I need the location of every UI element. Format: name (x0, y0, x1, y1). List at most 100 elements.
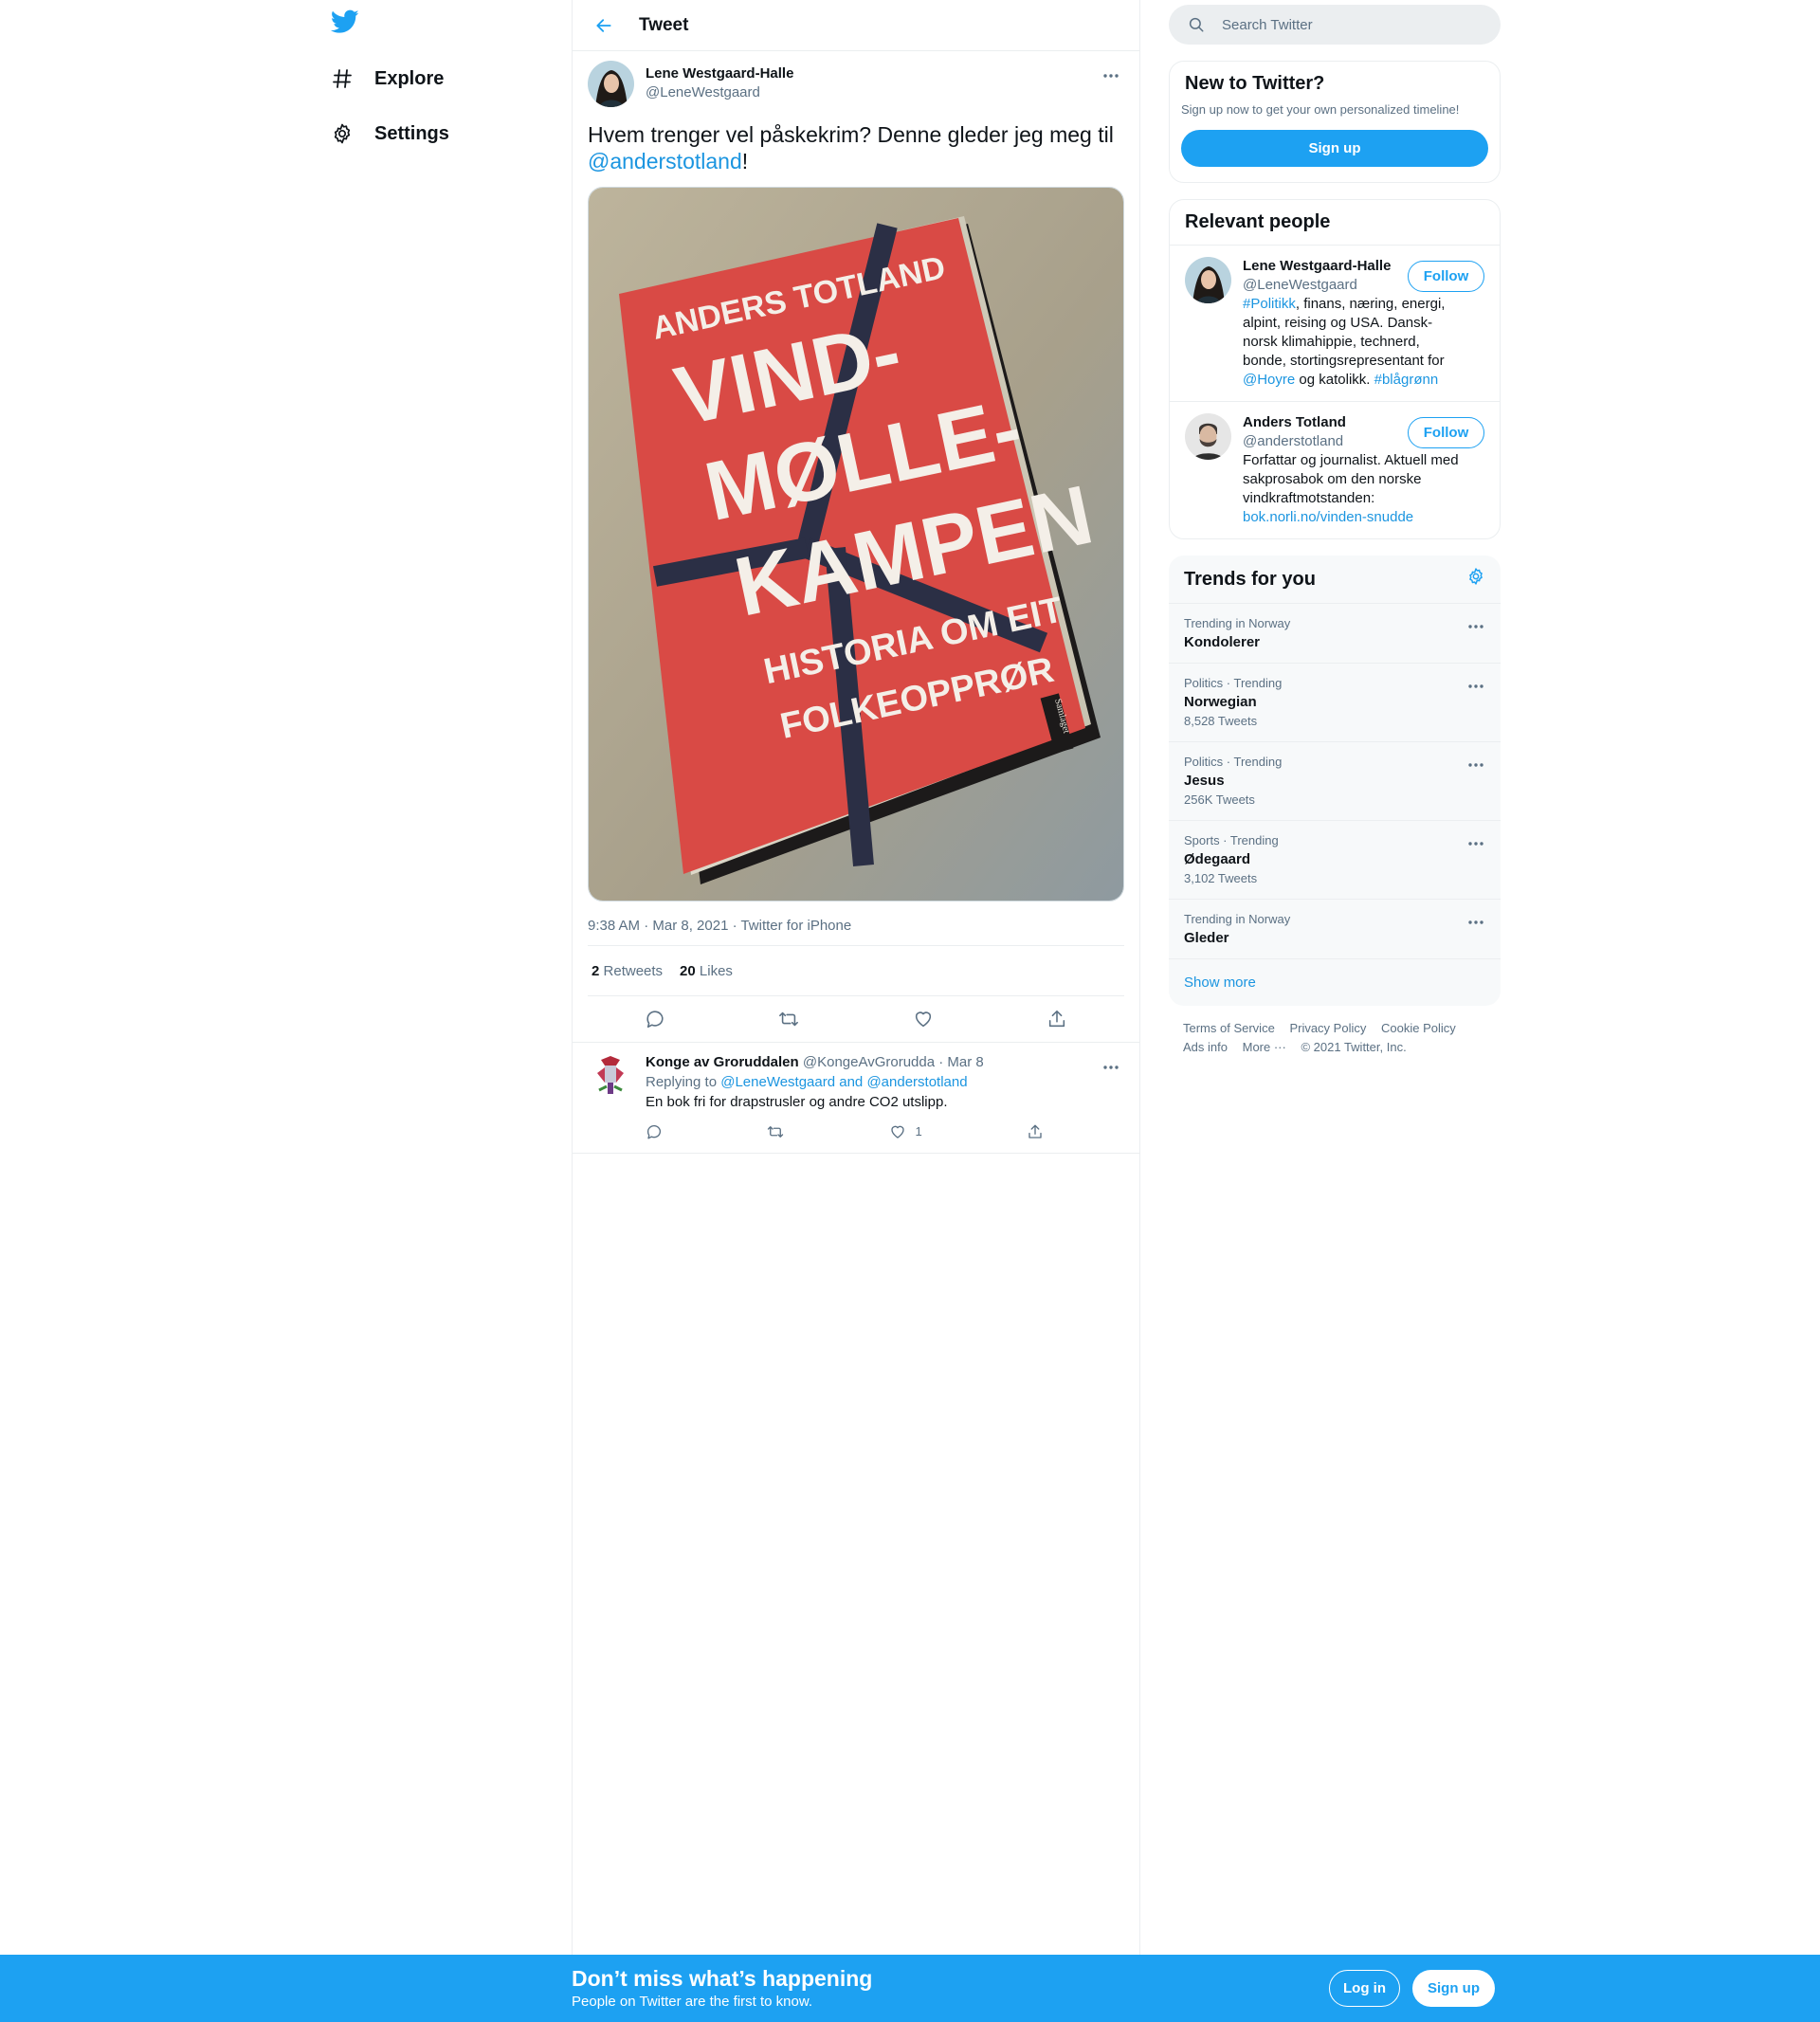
bio-hashtag-link[interactable]: #Politikk (1243, 296, 1296, 312)
new-to-twitter-card: New to Twitter? Sign up now to get your … (1169, 61, 1501, 183)
relevant-people-title: Relevant people (1185, 211, 1331, 232)
reply-author-name[interactable]: Konge av Groruddalen (646, 1054, 799, 1070)
replying-to-label: Replying to (646, 1074, 718, 1090)
likes-stat[interactable]: 20 Likes (680, 963, 733, 979)
trend-more-options-icon[interactable] (1463, 673, 1489, 700)
search-input[interactable] (1222, 16, 1468, 33)
likes-count: 20 (680, 962, 696, 979)
tweet-actions (588, 996, 1124, 1042)
footer-links: Terms of Service Privacy Policy Cookie P… (1169, 1019, 1501, 1057)
trend-count: 256K Tweets (1184, 792, 1255, 807)
tweet-mention-link[interactable]: @anderstotland (588, 149, 742, 173)
trend-context: Politics · Trending (1184, 755, 1283, 769)
author-name[interactable]: Lene Westgaard-Halle (646, 64, 793, 83)
bio-hashtag-link-2[interactable]: #blågrønn (1374, 372, 1439, 388)
main-tweet: Lene Westgaard-Halle @LeneWestgaard Hvem… (573, 51, 1139, 1043)
new-to-twitter-title: New to Twitter? (1185, 73, 1325, 94)
tweet-text-end: ! (741, 149, 749, 173)
reply-like-button[interactable]: 1 (889, 1121, 922, 1141)
footer-copyright: © 2021 Twitter, Inc. (1301, 1040, 1407, 1054)
person-anders[interactable]: Anders Totland @anderstotland Forfattar … (1170, 401, 1500, 538)
reply-icon[interactable] (638, 1002, 672, 1036)
trends-card: Trends for you Trending in Norway Kondole… (1169, 556, 1501, 1006)
right-sidebar: New to Twitter? Sign up now to get your … (1169, 0, 1501, 1057)
reply-retweet-icon[interactable] (767, 1121, 784, 1141)
reply-share-icon[interactable] (1027, 1121, 1044, 1141)
trend-more-options-icon[interactable] (1463, 752, 1489, 778)
trend-count: 3,102 Tweets (1184, 871, 1258, 885)
more-options-icon[interactable] (1098, 63, 1124, 89)
trend-item[interactable]: Sports · Trending Ødegaard 3,102 Tweets (1169, 820, 1501, 899)
bio-mention-link[interactable]: @Hoyre (1243, 372, 1295, 388)
new-to-twitter-subtitle: Sign up now to get your own personalized… (1181, 102, 1460, 117)
reply-reply-icon[interactable] (646, 1121, 663, 1141)
author-avatar[interactable] (588, 61, 634, 107)
trend-context: Sports · Trending (1184, 833, 1279, 847)
search-icon (1189, 17, 1204, 32)
follow-button[interactable]: Follow (1408, 417, 1484, 448)
likes-label: Likes (699, 962, 733, 979)
trend-name: Gleder (1184, 930, 1229, 946)
tweet-timestamp[interactable]: 9:38 AM · Mar 8, 2021 · Twitter for iPho… (588, 918, 1124, 946)
reply-more-options-icon[interactable] (1098, 1054, 1124, 1081)
trends-title: Trends for you (1184, 568, 1316, 590)
bottom-signup-bar: Don’t miss what’s happening People on Tw… (0, 1955, 1820, 2022)
bio-text-2: og katolikk. (1295, 372, 1374, 388)
reply-author-handle[interactable]: @KongeAvGrorudda (803, 1054, 935, 1070)
footer-privacy-link[interactable]: Privacy Policy (1289, 1021, 1366, 1035)
person-lene[interactable]: Lene Westgaard-Halle @LeneWestgaard #Pol… (1170, 245, 1500, 401)
trends-settings-gear-icon[interactable] (1466, 567, 1485, 592)
person-avatar[interactable] (1185, 257, 1231, 303)
nav-settings[interactable]: Settings (329, 113, 449, 155)
gear-icon (329, 120, 355, 147)
replying-to-links[interactable]: @LeneWestgaard and @anderstotland (720, 1074, 967, 1090)
reply-like-count: 1 (915, 1124, 922, 1139)
trend-more-options-icon[interactable] (1463, 830, 1489, 857)
trend-more-options-icon[interactable] (1463, 909, 1489, 936)
trend-item[interactable]: Politics · Trending Norwegian 8,528 Tweets (1169, 663, 1501, 741)
bottom-bar-subline: People on Twitter are the first to know. (572, 1994, 813, 2010)
person-bio: #Politikk, finans, næring, energi, alpin… (1243, 295, 1461, 390)
like-heart-icon[interactable] (906, 1002, 940, 1036)
nav-settings-label: Settings (374, 122, 449, 144)
reply-date[interactable]: · Mar 8 (938, 1054, 984, 1070)
retweets-stat[interactable]: 2 Retweets (592, 963, 663, 979)
footer-cookie-link[interactable]: Cookie Policy (1381, 1021, 1456, 1035)
footer-terms-link[interactable]: Terms of Service (1183, 1021, 1275, 1035)
show-more-link[interactable]: Show more (1169, 958, 1501, 1006)
retweets-count: 2 (592, 962, 600, 979)
person-avatar[interactable] (1185, 413, 1231, 460)
reply-author-avatar[interactable] (588, 1052, 634, 1099)
trend-item[interactable]: Trending in Norway Gleder (1169, 899, 1501, 958)
trend-item[interactable]: Trending in Norway Kondolerer (1169, 603, 1501, 663)
person-bio: Forfattar og journalist. Aktuell med sak… (1243, 451, 1461, 527)
retweet-icon[interactable] (772, 1002, 806, 1036)
page-title: Tweet (639, 14, 689, 35)
author-handle[interactable]: @LeneWestgaard (646, 83, 793, 102)
follow-button[interactable]: Follow (1408, 261, 1484, 292)
tweet-image[interactable]: ANDERS TOTLAND VIND- MØLLE- KAMPEN HISTO… (588, 187, 1124, 902)
reply-tweet[interactable]: Konge av Groruddalen @KongeAvGrorudda · … (573, 1043, 1139, 1154)
bio-text: Forfattar og journalist. Aktuell med sak… (1243, 452, 1459, 506)
bottom-signup-button[interactable]: Sign up (1412, 1970, 1495, 2007)
trend-more-options-icon[interactable] (1463, 613, 1489, 640)
relevant-people-card: Relevant people Lene Westgaard-Halle @Le… (1169, 199, 1501, 539)
signup-button[interactable]: Sign up (1181, 130, 1488, 167)
trend-name: Norwegian (1184, 694, 1257, 710)
tweet-text-body: Hvem trenger vel påskekrim? Denne gleder… (588, 122, 1114, 147)
share-icon[interactable] (1040, 1002, 1074, 1036)
nav-explore-label: Explore (374, 67, 445, 89)
trend-item[interactable]: Politics · Trending Jesus 256K Tweets (1169, 741, 1501, 820)
tweet-text: Hvem trenger vel påskekrim? Denne gleder… (588, 121, 1124, 174)
twitter-logo-icon[interactable] (330, 9, 361, 40)
trend-name: Jesus (1184, 773, 1225, 789)
footer-ads-info-link[interactable]: Ads info (1183, 1040, 1228, 1054)
footer-more-link[interactable]: More ··· (1243, 1040, 1286, 1054)
back-arrow-icon[interactable] (588, 9, 620, 42)
trend-name: Kondolerer (1184, 634, 1261, 650)
bio-url-link[interactable]: bok.norli.no/vinden-snudde (1243, 509, 1413, 525)
search-bar[interactable] (1169, 5, 1501, 45)
trend-count: 8,528 Tweets (1184, 714, 1258, 728)
nav-explore[interactable]: Explore (329, 58, 444, 100)
login-button[interactable]: Log in (1329, 1970, 1400, 2007)
